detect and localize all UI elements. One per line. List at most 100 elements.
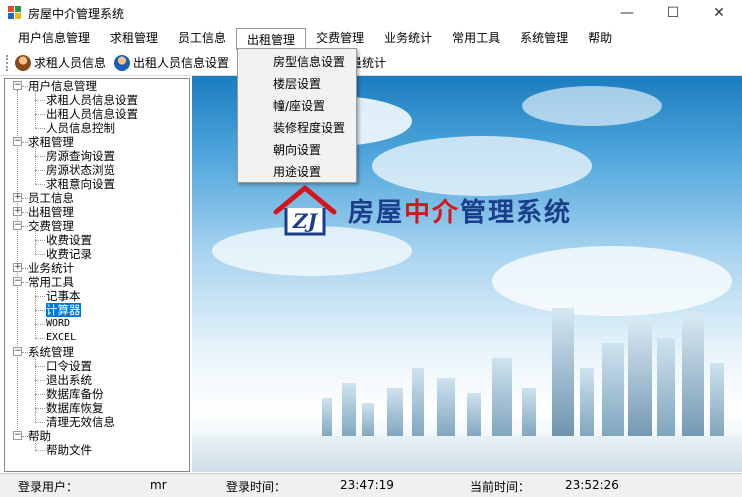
logo-title-part1: 房屋	[348, 197, 405, 228]
rental-dropdown-menu: 房型信息设置 楼层设置 幢/座设置 装修程度设置 朝向设置 用途设置	[237, 48, 357, 183]
minimize-button[interactable]: —	[604, 0, 650, 26]
tree-expander-icon[interactable]: +	[13, 193, 22, 202]
menu-item-decoration[interactable]: 装修程度设置	[238, 117, 356, 139]
status-user-label: 登录用户：	[18, 480, 79, 494]
menu-item-usage[interactable]: 用途设置	[238, 161, 356, 183]
menu-system[interactable]: 系统管理	[510, 27, 578, 49]
tree-connector	[35, 357, 36, 422]
app-icon	[8, 6, 22, 20]
tree-expander-icon[interactable]: −	[13, 431, 22, 440]
tree-expander-icon[interactable]: +	[13, 207, 22, 216]
status-bar: 登录用户： mr 登录时间： 23:47:19 当前时间： 23:52:26	[0, 473, 742, 497]
tree-leaf[interactable]: 收费设置	[46, 233, 92, 247]
tree-expander-icon[interactable]: −	[13, 81, 22, 90]
tree-leaf[interactable]: 计算器	[46, 303, 81, 317]
toolbar-grip[interactable]	[6, 54, 9, 71]
menu-item-orientation[interactable]: 朝向设置	[238, 139, 356, 161]
status-current-label: 当前时间：	[470, 480, 531, 494]
logo-title: 房屋中介管理系统	[348, 192, 572, 229]
person-icon	[15, 54, 31, 71]
logo-title-part2: 中介	[404, 197, 461, 228]
tree-leaf[interactable]: 求租意向设置	[46, 177, 115, 191]
status-user-value: mr	[150, 478, 167, 492]
tree-expander-icon[interactable]: −	[13, 137, 22, 146]
menu-rent-seeking[interactable]: 求租管理	[100, 27, 168, 49]
navigation-tree[interactable]: − 用户信息管理 求租人员信息设置 出租人员信息设置 人员信息控制 − 求租管理 房源查询设置…	[4, 78, 190, 472]
tree-node[interactable]: 用户信息管理	[28, 79, 97, 93]
tree-leaf[interactable]: 收费记录	[46, 247, 92, 261]
tree-expander-icon[interactable]: −	[13, 347, 22, 356]
person-blue-icon	[114, 54, 131, 71]
tree-connector	[35, 422, 45, 423]
tree-connector	[35, 170, 45, 171]
tool-label: 出租人员信息设置	[133, 56, 230, 70]
tree-leaf[interactable]: 数据库备份	[46, 387, 104, 401]
tree-connector	[35, 380, 45, 381]
tree-leaf[interactable]: 帮助文件	[46, 443, 92, 457]
tree-leaf[interactable]: 出租人员信息设置	[46, 107, 138, 121]
menu-item-floor[interactable]: 楼层设置	[238, 73, 356, 95]
tree-connector	[35, 156, 45, 157]
status-login-label: 登录时间：	[226, 480, 287, 494]
tree-leaf[interactable]: 房源状态浏览	[46, 163, 115, 177]
tree-connector	[35, 408, 45, 409]
menu-help[interactable]: 帮助	[578, 27, 622, 49]
tree-leaf[interactable]: 口令设置	[46, 359, 92, 373]
water-reflection	[192, 436, 742, 472]
menu-fees[interactable]: 交费管理	[306, 27, 374, 49]
menu-user-info[interactable]: 用户信息管理	[8, 27, 100, 49]
status-login-value: 23:47:19	[340, 478, 394, 492]
logo-title-part3: 管理系统	[460, 197, 573, 228]
tree-leaf[interactable]: 退出系统	[46, 373, 92, 387]
house-logo-icon: ZJ	[273, 185, 337, 236]
tool-landlord-settings[interactable]: 出租人员信息设置	[114, 54, 229, 71]
tree-connector	[35, 287, 36, 338]
toolbar: 求租人员信息 出租人员信息设置 记录 成交业务量统计	[0, 50, 742, 76]
close-button[interactable]: ✕	[696, 0, 742, 26]
tree-leaf[interactable]: 记事本	[46, 289, 81, 303]
maximize-button[interactable]: ☐	[650, 0, 696, 26]
tree-leaf[interactable]: WORD	[46, 317, 70, 331]
tree-expander-icon[interactable]: −	[13, 277, 22, 286]
tree-connector	[35, 441, 36, 450]
tree-connector	[35, 100, 45, 101]
tree-leaf[interactable]: 数据库恢复	[46, 401, 104, 415]
logo-letters: ZJ	[292, 209, 319, 233]
tree-connector	[35, 310, 45, 311]
tree-leaf[interactable]: 人员信息控制	[46, 121, 115, 135]
tree-expander-icon[interactable]: +	[13, 263, 22, 272]
tree-connector	[35, 231, 36, 254]
tool-rent-seeker-info[interactable]: 求租人员信息	[15, 54, 106, 71]
tree-connector	[35, 91, 36, 128]
tree-connector	[35, 394, 45, 395]
tool-label: 求租人员信息	[34, 56, 107, 70]
tree-connector	[35, 450, 45, 451]
tree-connector	[35, 296, 45, 297]
tree-connector	[35, 338, 45, 339]
tree-expander-icon[interactable]: −	[13, 221, 22, 230]
tree-connector	[35, 128, 45, 129]
tree-connector	[35, 147, 36, 184]
tree-node[interactable]: 业务统计	[28, 261, 74, 275]
title-bar: 房屋中介管理系统 — ☐ ✕	[0, 0, 742, 26]
tree-connector	[35, 254, 45, 255]
menu-statistics[interactable]: 业务统计	[374, 27, 442, 49]
menu-bar: 用户信息管理 求租管理 员工信息 出租管理 交费管理 业务统计 常用工具 系统管…	[0, 26, 742, 50]
tree-connector	[35, 114, 45, 115]
tree-node[interactable]: 帮助	[28, 429, 51, 443]
menu-item-room-type[interactable]: 房型信息设置	[238, 51, 356, 73]
tree-connector	[35, 240, 45, 241]
tree-leaf[interactable]: 房源查询设置	[46, 149, 115, 163]
menu-rental[interactable]: 出租管理	[236, 28, 307, 50]
tree-node[interactable]: 员工信息	[28, 191, 74, 205]
menu-tools[interactable]: 常用工具	[442, 27, 510, 49]
tree-leaf[interactable]: 求租人员信息设置	[46, 93, 138, 107]
tree-leaf[interactable]: 清理无效信息	[46, 415, 115, 429]
menu-item-building[interactable]: 幢/座设置	[238, 95, 356, 117]
tree-leaf[interactable]: EXCEL	[46, 331, 76, 345]
status-current-value: 23:52:26	[565, 478, 619, 492]
tree-connector	[35, 366, 45, 367]
app-logo: ZJ 房屋中介管理系统	[270, 182, 572, 238]
menu-staff[interactable]: 员工信息	[168, 27, 236, 49]
tree-node[interactable]: 出租管理	[28, 205, 74, 219]
